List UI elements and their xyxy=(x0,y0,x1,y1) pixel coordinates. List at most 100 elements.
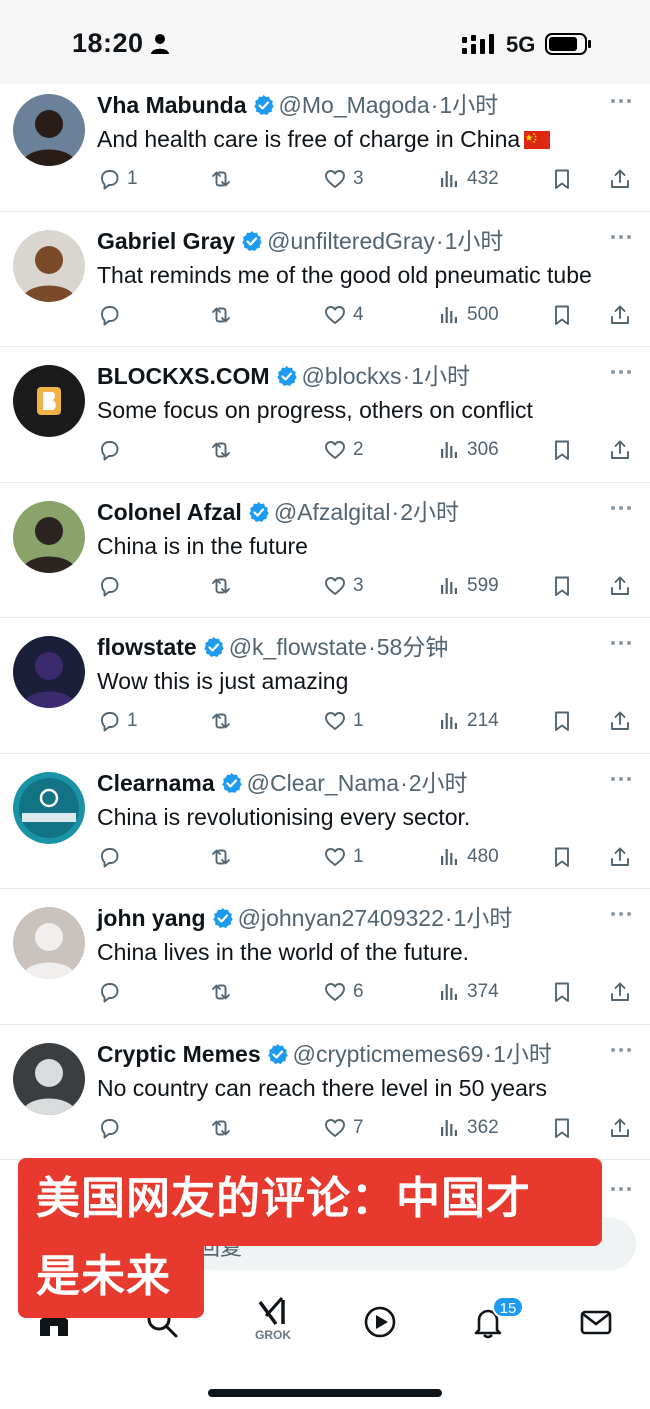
like-button[interactable]: 7 xyxy=(323,1113,364,1143)
timestamp[interactable]: 1小时 xyxy=(454,905,513,931)
bookmark-button[interactable] xyxy=(550,435,574,465)
avatar[interactable] xyxy=(13,365,85,437)
reply-button[interactable] xyxy=(97,571,127,601)
tweet-row[interactable]: Gabriel Gray @unfilteredGray·1小时 That remi… xyxy=(0,212,650,347)
timestamp[interactable]: 2小时 xyxy=(409,770,468,796)
user-handle[interactable]: @k_flowstate xyxy=(229,634,367,660)
retweet-button[interactable] xyxy=(209,300,239,330)
like-button[interactable]: 6 xyxy=(323,977,364,1007)
display-name[interactable]: BLOCKXS.COM xyxy=(97,363,270,389)
more-button[interactable] xyxy=(608,630,634,656)
retweet-button[interactable] xyxy=(209,977,239,1007)
timestamp[interactable]: 1小时 xyxy=(493,1041,552,1067)
display-name[interactable]: Colonel Afzal xyxy=(97,499,242,525)
more-button[interactable] xyxy=(608,224,634,250)
views-button[interactable]: 599 xyxy=(437,571,499,601)
bookmark-button[interactable] xyxy=(550,1113,574,1143)
share-button[interactable] xyxy=(608,842,632,872)
share-button[interactable] xyxy=(608,1113,632,1143)
reply-button[interactable] xyxy=(97,977,127,1007)
tweet-row[interactable]: flowstate @k_flowstate·58分钟 Wow this is ju… xyxy=(0,618,650,754)
display-name[interactable]: Vha Mabunda xyxy=(97,92,247,118)
like-button[interactable]: 3 xyxy=(323,571,364,601)
bookmark-button[interactable] xyxy=(550,571,574,601)
bookmark-button[interactable] xyxy=(550,977,574,1007)
views-button[interactable]: 480 xyxy=(437,842,499,872)
timestamp[interactable]: 58分钟 xyxy=(377,634,449,660)
share-button[interactable] xyxy=(608,706,632,736)
tweet-row[interactable]: Clearnama @Clear_Nama·2小时 China is revolut… xyxy=(0,754,650,889)
like-button[interactable]: 4 xyxy=(323,300,364,330)
more-icon[interactable] xyxy=(608,1176,634,1202)
views-button[interactable]: 306 xyxy=(437,435,499,465)
retweet-button[interactable] xyxy=(209,571,239,601)
reply-button[interactable]: 1 xyxy=(97,164,138,194)
timestamp[interactable]: 1小时 xyxy=(439,92,498,118)
retweet-button[interactable] xyxy=(209,842,239,872)
like-button[interactable]: 1 xyxy=(323,706,364,736)
tweet-row[interactable]: john yang @johnyan27409322·1小时 China lives… xyxy=(0,889,650,1025)
messages-tab[interactable] xyxy=(574,1300,618,1344)
share-button[interactable] xyxy=(608,164,632,194)
display-name[interactable]: Clearnama xyxy=(97,770,215,796)
views-button[interactable]: 362 xyxy=(437,1113,499,1143)
reply-button[interactable]: 1 xyxy=(97,706,138,736)
more-button[interactable] xyxy=(608,1037,634,1063)
reply-button[interactable] xyxy=(97,1113,127,1143)
grok-tab[interactable]: GROK xyxy=(250,1294,296,1350)
more-button[interactable] xyxy=(608,766,634,792)
home-indicator[interactable] xyxy=(208,1389,442,1397)
retweet-button[interactable] xyxy=(209,164,239,194)
user-handle[interactable]: @blockxs xyxy=(302,363,402,389)
timestamp[interactable]: 1小时 xyxy=(411,363,470,389)
avatar[interactable] xyxy=(13,94,85,166)
avatar[interactable] xyxy=(13,636,85,708)
more-button[interactable] xyxy=(608,495,634,521)
display-name[interactable]: john yang xyxy=(97,905,206,931)
user-handle[interactable]: @unfilteredGray xyxy=(267,228,435,254)
more-button[interactable] xyxy=(608,359,634,385)
more-button[interactable] xyxy=(608,88,634,114)
user-handle[interactable]: @Mo_Magoda xyxy=(279,92,430,118)
avatar[interactable] xyxy=(13,1042,85,1115)
views-button[interactable]: 500 xyxy=(437,300,499,330)
views-button[interactable]: 214 xyxy=(437,706,499,736)
user-handle[interactable]: @Afzalgital xyxy=(274,499,391,525)
like-button[interactable]: 3 xyxy=(323,164,364,194)
share-button[interactable] xyxy=(608,571,632,601)
reply-button[interactable] xyxy=(97,300,127,330)
user-handle[interactable]: @johnyan27409322 xyxy=(238,905,444,931)
reply-button[interactable] xyxy=(97,842,127,872)
bookmark-button[interactable] xyxy=(550,164,574,194)
retweet-button[interactable] xyxy=(209,435,239,465)
bookmark-button[interactable] xyxy=(550,842,574,872)
tweet-row[interactable]: Vha Mabunda @Mo_Magoda·1小时 And health care… xyxy=(0,76,650,212)
user-handle[interactable]: @crypticmemes69 xyxy=(293,1041,484,1067)
avatar[interactable] xyxy=(13,229,85,302)
timestamp[interactable]: 1小时 xyxy=(445,228,504,254)
like-button[interactable]: 1 xyxy=(323,842,364,872)
like-button[interactable]: 2 xyxy=(323,435,364,465)
avatar[interactable] xyxy=(13,907,85,979)
bookmark-button[interactable] xyxy=(550,300,574,330)
video-tab[interactable] xyxy=(358,1300,402,1344)
timestamp[interactable]: 2小时 xyxy=(400,499,459,525)
display-name[interactable]: Gabriel Gray xyxy=(97,228,235,254)
display-name[interactable]: flowstate xyxy=(97,634,197,660)
views-button[interactable]: 432 xyxy=(437,164,499,194)
avatar[interactable] xyxy=(13,500,85,573)
views-button[interactable]: 374 xyxy=(437,977,499,1007)
user-handle[interactable]: @Clear_Nama xyxy=(247,770,399,796)
tweet-row[interactable]: Cryptic Memes @crypticmemes69·1小时 No count… xyxy=(0,1025,650,1160)
share-button[interactable] xyxy=(608,977,632,1007)
share-button[interactable] xyxy=(608,300,632,330)
retweet-button[interactable] xyxy=(209,706,239,736)
reply-button[interactable] xyxy=(97,435,127,465)
tweet-row[interactable]: Colonel Afzal @Afzalgital·2小时 China is in … xyxy=(0,483,650,618)
share-button[interactable] xyxy=(608,435,632,465)
bookmark-button[interactable] xyxy=(550,706,574,736)
more-button[interactable] xyxy=(608,901,634,927)
avatar[interactable] xyxy=(13,771,85,844)
retweet-button[interactable] xyxy=(209,1113,239,1143)
display-name[interactable]: Cryptic Memes xyxy=(97,1041,261,1067)
